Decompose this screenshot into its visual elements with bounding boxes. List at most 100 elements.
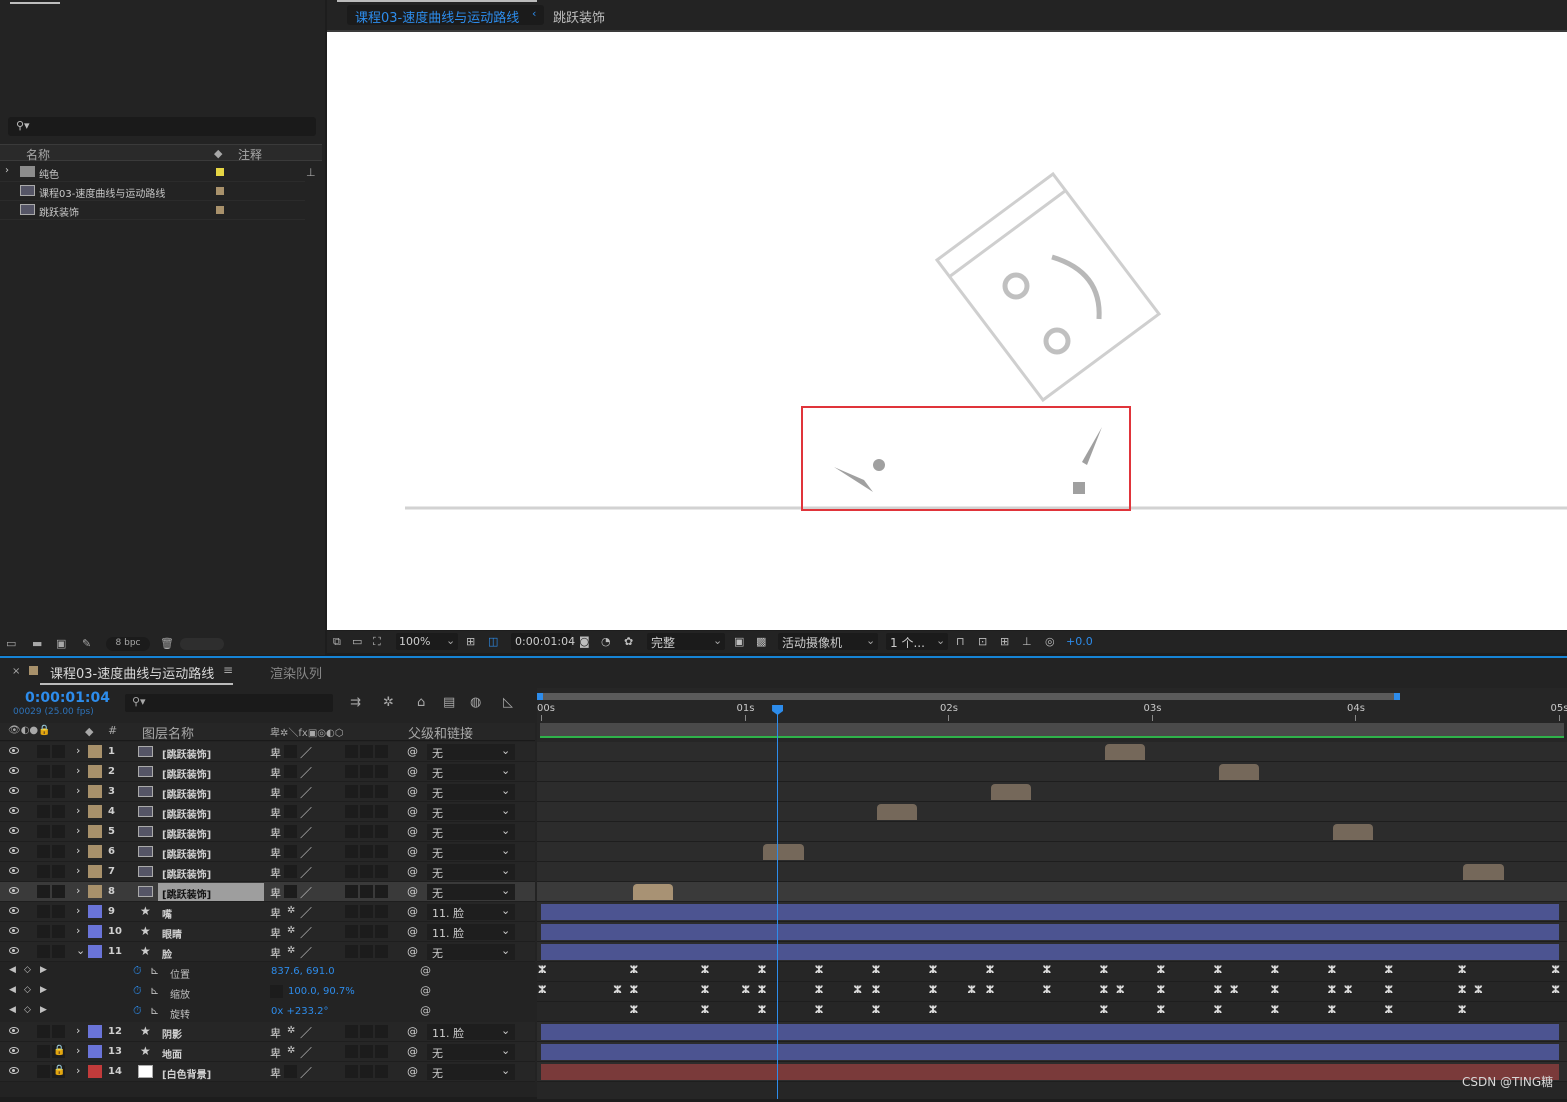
layout-icon[interactable]: ⊓ [956, 635, 965, 648]
3d-switch[interactable] [375, 925, 388, 938]
keyframe[interactable]: ⵣ [853, 985, 862, 996]
quality-slash-icon[interactable]: ／ [300, 764, 312, 781]
parent-dropdown[interactable]: 无⌄ [427, 744, 515, 760]
keyframe[interactable]: ⵣ [1551, 985, 1560, 996]
transparency-grid-icon[interactable]: ▩ [756, 635, 766, 648]
graph-icon[interactable]: ⊾ [150, 1004, 159, 1017]
fast-preview-icon[interactable]: ⊡ [978, 635, 987, 648]
layer-duration-bar[interactable] [1105, 744, 1146, 760]
visibility-eye-icon[interactable] [9, 807, 19, 814]
lock-switch[interactable] [52, 905, 65, 918]
composition-viewer[interactable] [327, 30, 1567, 630]
3d-switch[interactable] [375, 805, 388, 818]
property-row[interactable]: ◀◇▶⏱⊾旋转0x +233.2°@ [0, 1002, 535, 1022]
keyframe[interactable]: ⵣ [929, 985, 938, 996]
shy-switch-icon[interactable]: 卑 [270, 905, 281, 921]
collapse-switch[interactable] [284, 885, 297, 898]
adjustment-switch[interactable] [360, 785, 373, 798]
quality-slash-icon[interactable]: ／ [300, 924, 312, 941]
tab-jump-decoration[interactable]: 跳跃装饰 [553, 7, 605, 26]
shy-switch-icon[interactable]: 卑 [270, 845, 281, 861]
lock-switch[interactable] [52, 945, 65, 958]
parent-dropdown[interactable]: 11. 脸⌄ [427, 1024, 515, 1040]
motion-blur-icon[interactable]: ◍ [470, 695, 481, 710]
motion-blur-switch[interactable] [345, 1065, 358, 1078]
keyframe[interactable]: ⵣ [1385, 985, 1394, 996]
3d-switch[interactable] [375, 825, 388, 838]
layer-name[interactable]: 嘴 [162, 906, 172, 921]
pickwhip-icon[interactable]: @ [407, 805, 418, 818]
frame-blend-icon[interactable]: ▤ [443, 695, 455, 710]
visibility-eye-icon[interactable] [9, 847, 19, 854]
motion-blur-switch[interactable] [345, 885, 358, 898]
pickwhip-icon[interactable]: @ [407, 765, 418, 778]
label-color[interactable] [88, 765, 102, 778]
motion-blur-switch[interactable] [345, 925, 358, 938]
3d-switch[interactable] [375, 885, 388, 898]
keyframe[interactable]: ⵣ [1271, 965, 1280, 976]
exposure-value[interactable]: +0.0 [1066, 635, 1093, 648]
property-row[interactable]: ◀◇▶⏱⊾位置837.6, 691.0@ [0, 962, 535, 982]
chevron-down-icon[interactable]: ⌄ [76, 944, 85, 957]
visibility-eye-icon[interactable] [9, 887, 19, 894]
keyframe[interactable]: ⵣ [872, 965, 881, 976]
shy-switch-icon[interactable]: 卑 [270, 745, 281, 761]
keyframe[interactable]: ⵣ [1116, 985, 1125, 996]
keyframe[interactable]: ⵣ [701, 965, 710, 976]
monitor-icon[interactable]: ▭ [352, 635, 362, 648]
pickwhip-icon[interactable]: @ [407, 885, 418, 898]
layer-duration-bar[interactable] [1333, 824, 1374, 840]
layer-name[interactable]: [跳跃装饰] [162, 846, 211, 861]
layer-name[interactable]: [跳跃装饰] [162, 786, 211, 801]
layer-duration-bar[interactable] [541, 1044, 1559, 1060]
mask-path-icon[interactable]: ◫ [488, 635, 498, 648]
property-value[interactable]: 100.0, 90.7% [288, 986, 355, 997]
layer-duration-bar[interactable] [1219, 764, 1260, 780]
motion-blur-switch[interactable] [345, 745, 358, 758]
chevron-right-icon[interactable]: › [76, 864, 80, 877]
layer-name[interactable]: [白色背景] [162, 1066, 211, 1081]
quality-slash-icon[interactable]: ／ [300, 744, 312, 761]
keyframe[interactable]: ⵣ [1100, 965, 1109, 976]
project-item-comp[interactable]: 课程03-速度曲线与运动路线 [0, 182, 305, 201]
shy-switch-icon[interactable]: 卑 [270, 1045, 281, 1061]
quality-icon[interactable]: ✲ [287, 925, 295, 936]
layer-duration-bar[interactable] [763, 844, 804, 860]
parent-dropdown[interactable]: 无⌄ [427, 1064, 515, 1080]
draft-3d-icon[interactable]: ✲ [383, 695, 394, 710]
chevron-right-icon[interactable]: › [76, 884, 80, 897]
keyframe[interactable]: ⵣ [758, 965, 767, 976]
layer-name[interactable]: 阴影 [162, 1026, 182, 1041]
motion-blur-switch[interactable] [345, 785, 358, 798]
chevron-right-icon[interactable]: › [76, 924, 80, 937]
keyframe[interactable]: ⵣ [1214, 985, 1223, 996]
quality-icon[interactable]: ✲ [287, 905, 295, 916]
visibility-eye-icon[interactable] [9, 827, 19, 834]
layer-row[interactable]: ⌄11★脸卑✲／@无⌄ [0, 942, 535, 962]
navigator-end[interactable] [1394, 693, 1400, 700]
col-comment[interactable]: 注释 [238, 146, 262, 163]
zoom-dropdown[interactable]: 100% ⌄ [396, 633, 458, 650]
keyframe[interactable]: ⵣ [630, 965, 639, 976]
layer-row[interactable]: ›4[跳跃装饰]卑／@无⌄ [0, 802, 535, 822]
layer-duration-bar[interactable] [991, 784, 1032, 800]
stopwatch-icon[interactable]: ⏱ [133, 1004, 142, 1018]
graph-editor-icon[interactable]: ◺ [503, 695, 513, 710]
pickwhip-icon[interactable]: @ [407, 1025, 418, 1038]
close-icon[interactable]: × [12, 666, 20, 677]
adjustment-switch[interactable] [360, 825, 373, 838]
constrain-proportions[interactable] [270, 985, 283, 998]
keyframe[interactable]: ⵣ [1328, 1005, 1337, 1016]
layer-duration-bar[interactable] [541, 1024, 1559, 1040]
layer-duration-bar[interactable] [541, 1064, 1559, 1080]
shy-switch-icon[interactable]: 卑 [270, 805, 281, 821]
project-search-input[interactable]: ⚲▾ [8, 117, 316, 136]
property-row[interactable]: ◀◇▶⏱⊾缩放100.0, 90.7%@ [0, 982, 535, 1002]
layer-duration-bar[interactable] [633, 884, 674, 900]
layer-name[interactable]: [跳跃装饰] [158, 883, 264, 901]
adjust-icon[interactable]: ✎ [82, 637, 91, 650]
quality-slash-icon[interactable]: ／ [300, 1064, 312, 1081]
solo-switch[interactable] [37, 745, 50, 758]
keyframe[interactable]: ⵣ [815, 985, 824, 996]
lock-switch[interactable] [52, 865, 65, 878]
